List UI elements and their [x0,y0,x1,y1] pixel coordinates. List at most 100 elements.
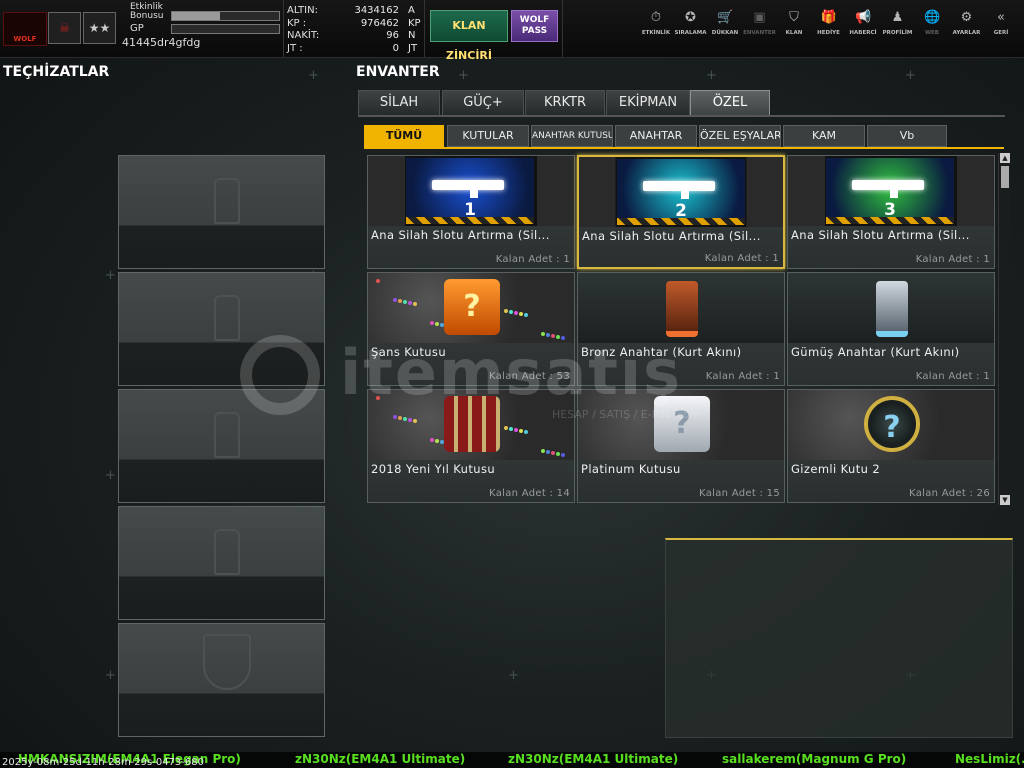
currency-row: KP : 976462 KP [287,17,421,30]
item-name: Bronz Anahtar (Kurt Akını) [581,345,742,359]
equipment-slot[interactable] [118,155,325,269]
currency-value: 976462 [360,17,399,29]
currency-unit: N [408,30,416,41]
item-count: Kalan Adet : 15 [699,488,780,499]
nav-label: WEB [924,30,940,36]
item-name: Şans Kutusu [371,345,447,359]
equipment-slot[interactable] [118,506,325,620]
inventory-item[interactable]: Bronz Anahtar (Kurt Akını) Kalan Adet : 1 [577,272,785,386]
item-name: Gümüş Anahtar (Kurt Akını) [791,345,960,359]
gp-bar [171,24,280,34]
item-count: Kalan Adet : 1 [915,254,990,265]
nav-web[interactable]: 🌐 WEB [914,8,950,48]
stopwatch-icon: ⏱ [650,10,662,25]
inventory-scrollbar[interactable]: ▲ ▼ [998,153,1010,505]
inventory-item[interactable]: 2 Ana Silah Slotu Artırma (Sil... Kalan Ad… [577,155,785,269]
ticker-entry: zN30Nz(EM4A1 Ultimate) [295,752,466,766]
currency-name: JT : [287,42,303,54]
inventory-title: ENVANTER [356,64,440,80]
silver-key-icon [788,273,994,343]
item-count: Kalan Adet : 1 [495,254,570,265]
subtab-5[interactable]: KAM [783,125,865,147]
profile-icon: ♟ [891,10,904,25]
nav-label: GERİ [993,30,1009,36]
weapon-slot-2-icon: 2 [579,157,783,227]
username: 41445dr4gfdg [122,36,201,49]
tab-3[interactable]: EKİPMAN [606,90,690,116]
inventory-item[interactable]: 2018 Yeni Yıl Kutusu Kalan Adet : 14 [367,389,575,503]
tab-0[interactable]: SİLAH [358,90,440,116]
item-name: Ana Silah Slotu Artırma (Sil... [371,228,550,242]
nav-siralama[interactable]: ✪ SIRALAMA [673,8,709,48]
inventory-item[interactable]: ? Şans Kutusu Kalan Adet : 53 [367,272,575,386]
equipment-slot[interactable] [118,272,325,386]
tab-2[interactable]: KRKTR [525,90,605,116]
ticker-entry: sallakerem(Magnum G Pro) [722,752,907,766]
item-count: Kalan Adet : 14 [489,488,570,499]
nav-etki̇nli̇k[interactable]: ⏱ ETKİNLİK [638,8,674,48]
item-count: Kalan Adet : 1 [915,371,990,382]
nav-ayarlar[interactable]: ⚙ AYARLAR [949,8,985,48]
game-screen: WOLF ☠ ★★ Etkinlik Bonusu GP 41445dr4gfd… [0,0,1024,768]
item-count: Kalan Adet : 1 [705,371,780,382]
weapon-slot-1-icon: 1 [368,156,574,226]
currency-row: ALTIN: 3434162 A [287,5,417,17]
inventory-item[interactable]: Gümüş Anahtar (Kurt Akını) Kalan Adet : 1 [787,272,995,386]
wolf-pass-button[interactable]: WOLF PASS [511,10,558,42]
inventory-item[interactable]: 1 Ana Silah Slotu Artırma (Sil... Kalan Ad… [367,155,575,269]
shield-icon: ⛉ [789,10,799,25]
currency-row: NAKİT: 96 N [287,30,417,42]
nav-dükkan[interactable]: 🛒 DÜKKAN [707,8,743,48]
currency-value: 3434162 [354,5,399,16]
currency-row: JT : 0 JT [287,43,417,55]
subtab-6[interactable]: Vb [867,125,947,147]
nav-klan[interactable]: ⛉ KLAN [776,8,812,48]
gear-icon: ⚙ [960,10,973,25]
currency-name: NAKİT: [287,30,320,41]
inventory-item[interactable]: ? Gizemli Kutu 2 Kalan Adet : 26 [787,389,995,503]
equipment-title: TEÇHİZATLAR [3,64,110,80]
nav-profi̇li̇m[interactable]: ♟ PROFİLİM [880,8,916,48]
currency-name: ALTIN: [287,5,318,16]
nav-label: HABERCİ [849,30,877,36]
grenade-silhouette-icon [214,295,240,341]
scroll-down-icon[interactable]: ▼ [1000,495,1010,505]
inventory-icon: ▣ [753,10,766,25]
luck-box-icon: ? [368,273,574,343]
currency-unit: JT [408,42,418,54]
currency-value: 96 [386,30,399,41]
clan-emblem-icon[interactable]: ☠ [48,12,81,44]
nav-label: AYARLAR [952,30,981,36]
new-year-box-icon [368,390,574,460]
equipment-slot[interactable] [118,389,325,503]
subtab-0[interactable]: TÜMÜ [364,125,444,147]
inventory-item[interactable]: 3 Ana Silah Slotu Artırma (Sil... Kalan Ad… [787,155,995,269]
nav-label: SIRALAMA [674,30,707,36]
nav-hedi̇ye[interactable]: 🎁 HEDİYE [811,8,847,48]
nav-geri̇[interactable]: « GERİ [983,8,1019,48]
item-name: Gizemli Kutu 2 [791,462,881,476]
cart-icon: 🛒 [717,10,734,25]
grenade-silhouette-icon [214,529,240,575]
nav-label: ENVANTER [743,30,776,36]
tab-1[interactable]: GÜÇ+ [442,90,524,116]
grenade-silhouette-icon [214,178,240,224]
nav-label: DÜKKAN [711,30,739,36]
subtab-4[interactable]: ÖZEL EŞYALAR [699,125,781,147]
nav-label: ETKİNLİK [641,30,671,36]
subtab-1[interactable]: KUTULAR [447,125,529,147]
subtab-3[interactable]: ANAHTAR [615,125,697,147]
subtab-2[interactable]: ANAHTAR KUTUSU [531,125,613,147]
item-info-panel [665,538,1013,738]
equipment-slot[interactable] [118,623,325,737]
scroll-thumb[interactable] [1001,166,1009,188]
clan-chain-button[interactable]: KLAN ZİNCİRİ [430,10,508,62]
tab-4[interactable]: ÖZEL [690,90,770,116]
nav-envanter[interactable]: ▣ ENVANTER [742,8,778,48]
nav-label: PROFİLİM [882,30,913,36]
weapon-slot-3-icon: 3 [788,156,994,226]
nav-haberci̇[interactable]: 📢 HABERCİ [845,8,881,48]
top-bar: WOLF ☠ ★★ Etkinlik Bonusu GP 41445dr4gfd… [0,0,1024,62]
scroll-up-icon[interactable]: ▲ [1000,153,1010,163]
inventory-item[interactable]: ? Platinum Kutusu Kalan Adet : 15 [577,389,785,503]
